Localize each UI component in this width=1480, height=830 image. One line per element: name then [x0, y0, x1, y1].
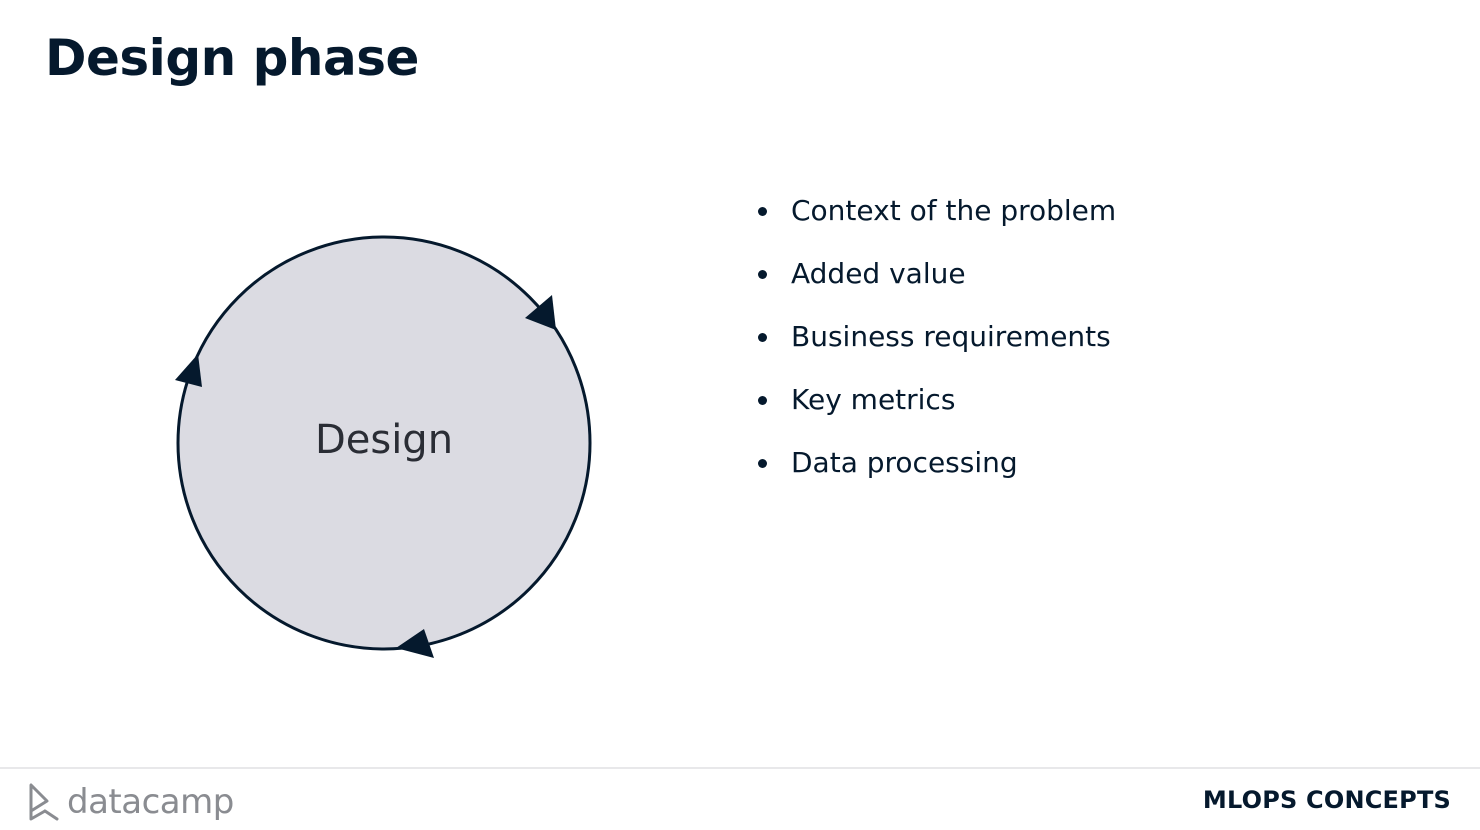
bullet-item: Key metrics — [756, 377, 1116, 440]
bullet-dot — [758, 396, 767, 405]
bullet-text: Context of the problem — [791, 194, 1117, 227]
slide-title: Design phase — [45, 29, 419, 87]
bullet-item: Context of the problem — [756, 188, 1116, 251]
design-cycle-label: Design — [315, 417, 453, 463]
bullet-text: Data processing — [791, 446, 1018, 479]
bullet-dot — [758, 333, 767, 342]
bullet-dot — [758, 459, 767, 468]
logo-text: datacamp — [67, 782, 234, 822]
datacamp-logo: datacamp — [27, 780, 234, 824]
bullet-item: Added value — [756, 251, 1116, 314]
cycle-arrow-left — [175, 354, 202, 387]
footer-divider — [0, 767, 1480, 769]
bullet-item: Business requirements — [756, 314, 1116, 377]
design-cycle-diagram: Design — [175, 235, 592, 658]
bullet-item: Data processing — [756, 440, 1116, 503]
bullet-dot — [758, 207, 767, 216]
bullet-list: Context of the problem Added value Busin… — [756, 188, 1116, 503]
datacamp-logo-icon — [29, 783, 59, 821]
bullet-dot — [758, 270, 767, 279]
bullet-text: Key metrics — [791, 383, 956, 416]
bullet-text: Business requirements — [791, 320, 1111, 353]
course-name: MLOPS CONCEPTS — [1202, 786, 1451, 814]
bullet-text: Added value — [791, 257, 966, 290]
